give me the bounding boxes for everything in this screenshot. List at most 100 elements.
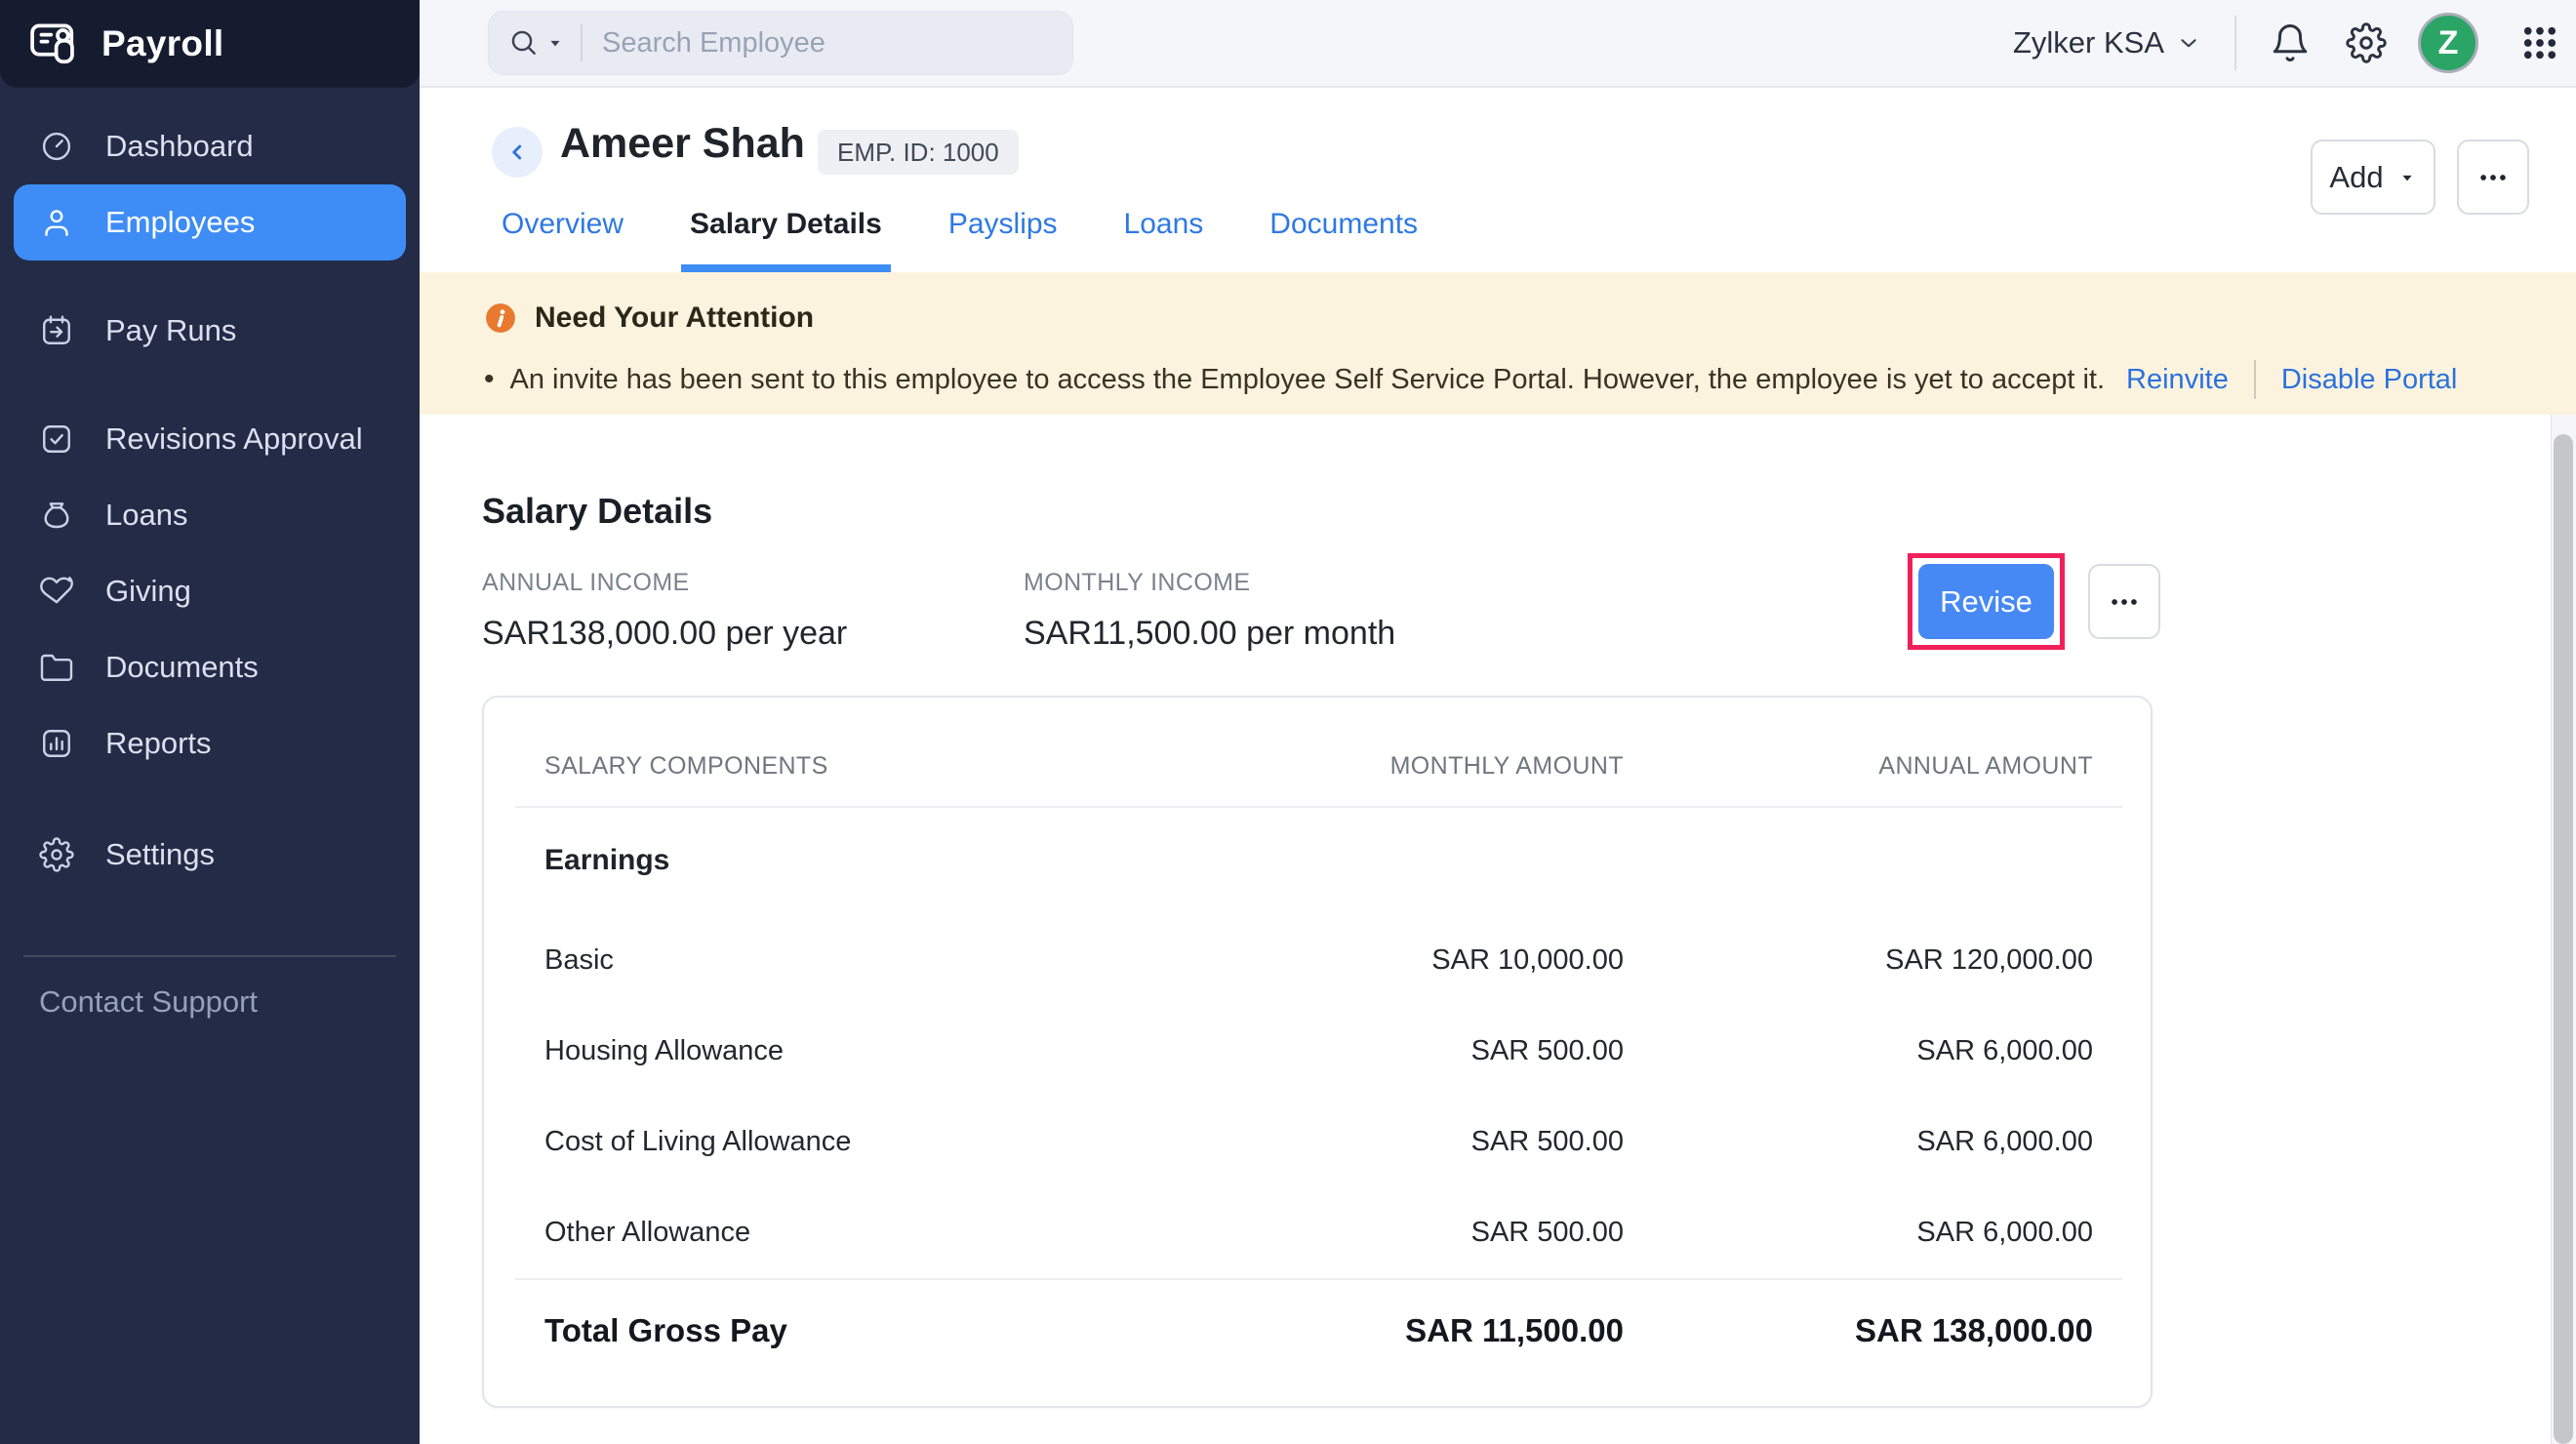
topbar-divider xyxy=(2234,16,2236,70)
back-button[interactable] xyxy=(492,127,543,178)
sidebar-item-dashboard[interactable]: Dashboard xyxy=(0,108,420,184)
sidebar-item-employees[interactable]: Employees xyxy=(14,184,406,261)
add-button[interactable]: Add xyxy=(2311,140,2435,215)
giving-icon xyxy=(39,574,74,609)
topbar: Zylker KSA Z xyxy=(420,0,2576,88)
annual-amount: SAR 6,000.00 xyxy=(1624,1035,2093,1067)
sidebar-item-pay-runs[interactable]: Pay Runs xyxy=(0,293,420,369)
employee-id-badge: EMP. ID: 1000 xyxy=(818,130,1019,175)
banner-link-divider xyxy=(2254,360,2256,399)
banner-message: An invite has been sent to this employee… xyxy=(510,364,2106,396)
add-button-label: Add xyxy=(2329,160,2383,195)
topbar-right: Zylker KSA Z xyxy=(2013,0,2560,86)
total-label: Total Gross Pay xyxy=(544,1312,1204,1349)
header-actions: Add xyxy=(2311,140,2529,215)
notifications-bell-icon[interactable] xyxy=(2270,22,2311,63)
tab-payslips[interactable]: Payslips xyxy=(940,208,1067,272)
search-box xyxy=(488,11,1073,75)
component-name: Housing Allowance xyxy=(544,1035,1204,1067)
org-name: Zylker KSA xyxy=(2013,25,2164,60)
tab-documents[interactable]: Documents xyxy=(1261,208,1427,272)
sidebar-item-label: Pay Runs xyxy=(105,313,236,348)
disable-portal-link[interactable]: Disable Portal xyxy=(2281,364,2458,396)
column-header-monthly-amount: MONTHLY AMOUNT xyxy=(1204,752,1624,781)
app-logo-header: Payroll xyxy=(0,0,420,88)
column-header-annual-amount: ANNUAL AMOUNT xyxy=(1624,752,2093,781)
sidebar-item-settings[interactable]: Settings xyxy=(0,817,420,893)
total-row: Total Gross Pay SAR 11,500.00 SAR 138,00… xyxy=(544,1280,2093,1382)
component-name: Other Allowance xyxy=(544,1217,1204,1249)
employee-tabs: Overview Salary Details Payslips Loans D… xyxy=(493,208,1427,272)
monthly-amount: SAR 500.00 xyxy=(1204,1217,1624,1249)
annual-income-label: ANNUAL INCOME xyxy=(482,569,847,597)
scrollbar-thumb[interactable] xyxy=(2554,434,2573,1444)
search-input[interactable] xyxy=(602,27,1053,60)
sidebar-item-label: Loans xyxy=(105,498,187,533)
component-name: Basic xyxy=(544,944,1204,977)
sidebar-item-label: Settings xyxy=(105,837,215,872)
sidebar-item-label: Dashboard xyxy=(105,129,254,164)
org-selector[interactable]: Zylker KSA xyxy=(2013,25,2201,60)
pay-runs-icon xyxy=(39,313,74,348)
sidebar-item-label: Documents xyxy=(105,650,259,685)
table-divider xyxy=(515,806,2122,808)
annual-income-value: SAR138,000.00 per year xyxy=(482,615,847,653)
caret-down-icon xyxy=(2397,168,2417,187)
banner-title: Need Your Attention xyxy=(535,301,814,335)
sidebar-item-loans[interactable]: Loans xyxy=(0,477,420,553)
search-filter-caret-icon[interactable] xyxy=(545,33,565,53)
search-icon[interactable] xyxy=(508,27,540,59)
monthly-amount: SAR 500.00 xyxy=(1204,1035,1624,1067)
dashboard-icon xyxy=(39,129,74,164)
section-title: Salary Details xyxy=(482,491,712,532)
sidebar-item-reports[interactable]: Reports xyxy=(0,705,420,782)
scrollbar-track xyxy=(2551,415,2576,1444)
sidebar-item-label: Revisions Approval xyxy=(105,421,363,457)
tab-overview[interactable]: Overview xyxy=(493,208,632,272)
table-row: Housing Allowance SAR 500.00 SAR 6,000.0… xyxy=(544,1006,2093,1097)
more-actions-button[interactable] xyxy=(2457,140,2529,215)
settings-icon xyxy=(39,837,74,872)
sidebar-nav: Dashboard Employees Pa xyxy=(0,88,420,893)
revise-button-annotation-highlight: Revise xyxy=(1908,553,2065,650)
sidebar-item-documents[interactable]: Documents xyxy=(0,629,420,705)
salary-more-actions-button[interactable] xyxy=(2088,564,2160,639)
monthly-income-value: SAR11,500.00 per month xyxy=(1024,615,1395,653)
salary-details-section: Salary Details ANNUAL INCOME SAR138,000.… xyxy=(420,415,2576,1444)
info-icon xyxy=(484,301,517,335)
monthly-amount: SAR 10,000.00 xyxy=(1204,944,1624,977)
settings-gear-icon[interactable] xyxy=(2346,22,2387,63)
table-row: Other Allowance SAR 500.00 SAR 6,000.00 xyxy=(544,1187,2093,1278)
sidebar-item-giving[interactable]: Giving xyxy=(0,553,420,629)
loans-icon xyxy=(39,498,74,533)
contact-support-link[interactable]: Contact Support xyxy=(0,984,420,1020)
total-monthly-amount: SAR 11,500.00 xyxy=(1204,1312,1624,1349)
component-name: Cost of Living Allowance xyxy=(544,1126,1204,1158)
tab-loans[interactable]: Loans xyxy=(1115,208,1213,272)
apps-grid-icon[interactable] xyxy=(2519,22,2560,63)
tab-salary-details[interactable]: Salary Details xyxy=(681,208,891,272)
page-title-employee-name: Ameer Shah xyxy=(560,120,805,168)
documents-icon xyxy=(39,650,74,685)
salary-components-card: SALARY COMPONENTS MONTHLY AMOUNT ANNUAL … xyxy=(482,696,2153,1408)
table-row: Cost of Living Allowance SAR 500.00 SAR … xyxy=(544,1097,2093,1187)
total-annual-amount: SAR 138,000.00 xyxy=(1624,1312,2093,1349)
employees-icon xyxy=(39,205,74,240)
search-divider xyxy=(581,24,583,61)
chevron-down-icon xyxy=(2176,30,2201,56)
payroll-app: Payroll Dashboard Employees xyxy=(0,0,2576,1444)
reinvite-link[interactable]: Reinvite xyxy=(2126,364,2229,396)
group-label-earnings: Earnings xyxy=(544,844,669,877)
sidebar-item-label: Giving xyxy=(105,574,191,609)
ellipsis-icon xyxy=(2108,585,2141,619)
user-avatar[interactable]: Z xyxy=(2418,13,2478,73)
payroll-logo-icon xyxy=(27,17,82,71)
sidebar-divider xyxy=(23,955,396,957)
revise-button[interactable]: Revise xyxy=(1918,564,2054,639)
sidebar-item-label: Reports xyxy=(105,726,212,761)
sidebar-item-revisions-approval[interactable]: Revisions Approval xyxy=(0,401,420,477)
employee-header: Ameer Shah EMP. ID: 1000 Add Overview Sa… xyxy=(420,88,2576,272)
annual-amount: SAR 6,000.00 xyxy=(1624,1126,2093,1158)
table-header-row: SALARY COMPONENTS MONTHLY AMOUNT ANNUAL … xyxy=(544,698,2093,781)
reports-icon xyxy=(39,726,74,761)
